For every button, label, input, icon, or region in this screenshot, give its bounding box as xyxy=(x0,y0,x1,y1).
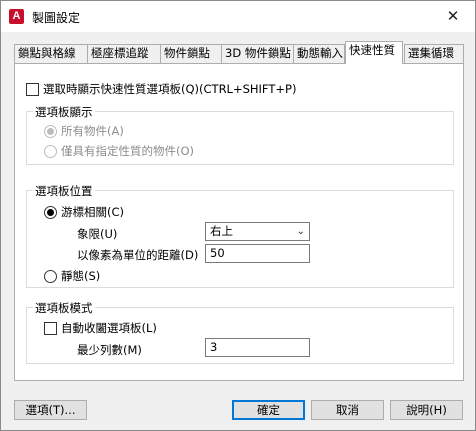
min-rows-input[interactable]: 3 xyxy=(205,338,310,357)
min-rows-label: 最少列數(M) xyxy=(77,343,142,357)
palette-display-title: 選項板顯示 xyxy=(33,104,95,120)
show-on-select-label[interactable]: 選取時顯示快速性質選項板(Q)(CTRL+SHIFT+P) xyxy=(43,81,296,97)
tab-object-snap[interactable]: 物件鎖點 xyxy=(160,44,222,63)
tab-dynamic-input[interactable]: 動態輸入 xyxy=(293,44,345,63)
palette-behavior-title: 選項板模式 xyxy=(33,300,95,316)
static-label[interactable]: 靜態(S) xyxy=(61,268,100,284)
palette-location-group: 選項板位置 游標相關(C) 象限(U) 右上 ⌄ 以像素為單位的距離(D) 50… xyxy=(26,183,454,288)
tab-quick-properties[interactable]: 快速性質 xyxy=(345,41,403,64)
distance-label: 以像素為單位的距離(D) xyxy=(77,248,199,262)
palette-location-title: 選項板位置 xyxy=(33,183,95,199)
tab-snap-and-grid[interactable]: 鎖點與格線 xyxy=(14,44,88,63)
specified-objects-radio[interactable] xyxy=(44,145,57,158)
quadrant-value: 右上 xyxy=(210,224,233,238)
help-button[interactable]: 說明(H) xyxy=(390,400,463,420)
quadrant-select[interactable]: 右上 ⌄ xyxy=(205,222,310,241)
tab-polar-tracking[interactable]: 極座標追蹤 xyxy=(87,44,161,63)
all-objects-label[interactable]: 所有物件(A) xyxy=(61,123,124,139)
cancel-button[interactable]: 取消 xyxy=(311,400,384,420)
options-button[interactable]: 選項(T)... xyxy=(14,400,87,420)
auto-collapse-label[interactable]: 自動收闔選項板(L) xyxy=(61,320,157,336)
palette-behavior-group: 選項板模式 自動收闔選項板(L) 最少列數(M) 3 xyxy=(26,300,454,364)
quadrant-label: 象限(U) xyxy=(77,227,118,241)
dialog-title: 製圖設定 xyxy=(32,11,81,25)
drafting-settings-dialog: A 製圖設定 ✕ 鎖點與格線 極座標追蹤 物件鎖點 3D 物件鎖點 動態輸入 快… xyxy=(0,0,476,431)
palette-display-group: 選項板顯示 所有物件(A) 僅具有指定性質的物件(O) xyxy=(26,104,454,165)
chevron-down-icon: ⌄ xyxy=(296,226,305,237)
auto-collapse-checkbox[interactable] xyxy=(44,322,57,335)
cursor-dependent-label[interactable]: 游標相關(C) xyxy=(61,204,124,220)
tab-selection-cycling[interactable]: 選集循環 xyxy=(404,44,464,63)
ok-button[interactable]: 確定 xyxy=(232,400,305,420)
title-bar: A 製圖設定 ✕ xyxy=(1,1,475,32)
distance-input[interactable]: 50 xyxy=(205,244,310,263)
show-on-select-checkbox[interactable] xyxy=(26,83,39,96)
tab-3d-object-snap[interactable]: 3D 物件鎖點 xyxy=(221,44,294,63)
cursor-dependent-radio[interactable] xyxy=(44,206,57,219)
quick-properties-panel: 選取時顯示快速性質選項板(Q)(CTRL+SHIFT+P) 選項板顯示 所有物件… xyxy=(14,63,464,381)
close-icon[interactable]: ✕ xyxy=(431,1,475,31)
static-radio[interactable] xyxy=(44,270,57,283)
autocad-app-icon: A xyxy=(9,9,24,24)
tab-strip: 鎖點與格線 極座標追蹤 物件鎖點 3D 物件鎖點 動態輸入 快速性質 選集循環 xyxy=(14,41,466,64)
specified-objects-label[interactable]: 僅具有指定性質的物件(O) xyxy=(61,143,194,159)
all-objects-radio[interactable] xyxy=(44,125,57,138)
